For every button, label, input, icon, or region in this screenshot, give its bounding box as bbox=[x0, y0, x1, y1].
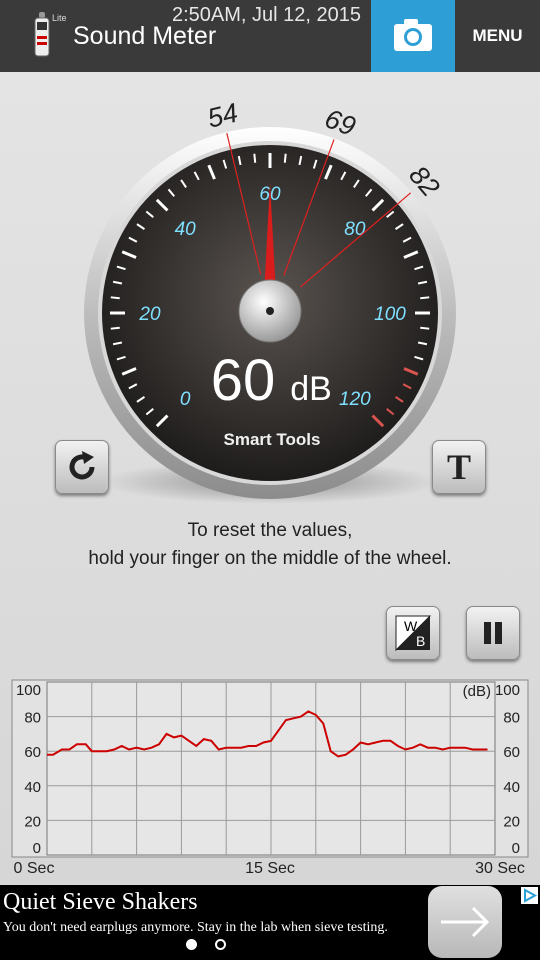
app-header: Lite Sound Meter 2:50AM, Jul 12, 2015 ME… bbox=[0, 0, 540, 72]
history-graph: 0 0 20 20 40 40 60 60 80 80 100 100 0 Sec 15 Sec 30 S… bbox=[11, 679, 529, 877]
ad-title[interactable]: Quiet Sieve Shakers bbox=[3, 889, 198, 916]
graph-unit-label: (dB) bbox=[463, 683, 491, 700]
graph-y-tick-right: 0 bbox=[512, 840, 520, 857]
graph-x-tick-labels: 0 Sec 15 Sec 30 Sec bbox=[14, 860, 525, 877]
graph-x-tick-label: 15 Sec bbox=[245, 860, 295, 877]
gauge-scale-label: 120 bbox=[339, 389, 371, 410]
gauge-hub-pin bbox=[266, 307, 274, 315]
menu-button[interactable]: MENU bbox=[455, 0, 540, 72]
graph-y-tick-left: 80 bbox=[24, 710, 41, 727]
ad-text: You don't need earplugs anymore. Stay in… bbox=[3, 920, 388, 935]
page-indicator-dot-active[interactable] bbox=[186, 939, 197, 950]
text-button[interactable]: T bbox=[432, 440, 486, 494]
gauge-scale-label: 0 bbox=[180, 389, 191, 410]
svg-text:B: B bbox=[416, 633, 425, 649]
reset-button[interactable] bbox=[55, 440, 109, 494]
graph-y-tick-left: 40 bbox=[24, 779, 41, 796]
gauge-tick bbox=[253, 153, 257, 163]
graph-y-tick-right: 80 bbox=[503, 710, 520, 727]
header-datetime: 2:50AM, Jul 12, 2015 bbox=[172, 4, 362, 26]
pause-button[interactable] bbox=[466, 606, 520, 660]
gauge-marker-label: 54 bbox=[205, 98, 241, 134]
gauge-tick bbox=[110, 326, 120, 330]
refresh-icon bbox=[69, 451, 95, 480]
graph-y-tick-right: 40 bbox=[503, 779, 520, 796]
gauge-tick bbox=[420, 326, 430, 330]
arrow-right-icon bbox=[441, 906, 490, 938]
graph-y-tick-left: 60 bbox=[24, 744, 41, 761]
gauge-scale-label: 20 bbox=[138, 304, 161, 325]
ad-banner[interactable]: Quiet Sieve Shakers You don't need earpl… bbox=[0, 885, 540, 960]
sound-meter-app-icon bbox=[34, 12, 50, 57]
instructions-text: To reset the values, hold your finger on… bbox=[0, 517, 540, 573]
graph-y-tick-left: 100 bbox=[16, 682, 41, 699]
graph-x-tick-label: 0 Sec bbox=[14, 860, 55, 877]
ad-arrow-button[interactable] bbox=[428, 886, 502, 958]
graph-y-tick-right: 100 bbox=[495, 682, 520, 699]
gauge-scale-label: 40 bbox=[175, 219, 197, 240]
page-indicator-dot[interactable] bbox=[215, 939, 226, 950]
pause-icon bbox=[484, 622, 502, 644]
graph-y-tick-right: 20 bbox=[503, 813, 520, 830]
graph-x-tick-label: 30 Sec bbox=[475, 860, 525, 877]
gauge-reading-unit: dB bbox=[290, 370, 332, 408]
graph-y-tick-right: 60 bbox=[503, 744, 520, 761]
camera-button[interactable] bbox=[371, 0, 455, 72]
gauge-scale-label: 100 bbox=[374, 304, 406, 325]
graph-y-tick-left: 0 bbox=[33, 840, 41, 857]
gauge-tick bbox=[420, 296, 430, 300]
instructions-line-2: hold your finger on the middle of the wh… bbox=[88, 548, 452, 569]
instructions-line-1: To reset the values, bbox=[187, 520, 353, 541]
camera-icon bbox=[394, 19, 432, 51]
svg-text:W: W bbox=[404, 618, 418, 634]
gauge-tick bbox=[110, 296, 120, 300]
gauge-reading-value: 60 bbox=[211, 348, 276, 413]
gauge-tick bbox=[283, 153, 287, 163]
gauge-brand: Smart Tools bbox=[224, 430, 321, 449]
graph-y-tick-left: 20 bbox=[24, 813, 41, 830]
lite-badge: Lite bbox=[52, 13, 67, 23]
white-black-button[interactable]: W B bbox=[386, 606, 440, 660]
gauge-scale-label: 80 bbox=[344, 219, 366, 240]
white-black-toggle-icon: W B bbox=[395, 615, 432, 652]
ad-choices-icon[interactable] bbox=[521, 887, 538, 904]
